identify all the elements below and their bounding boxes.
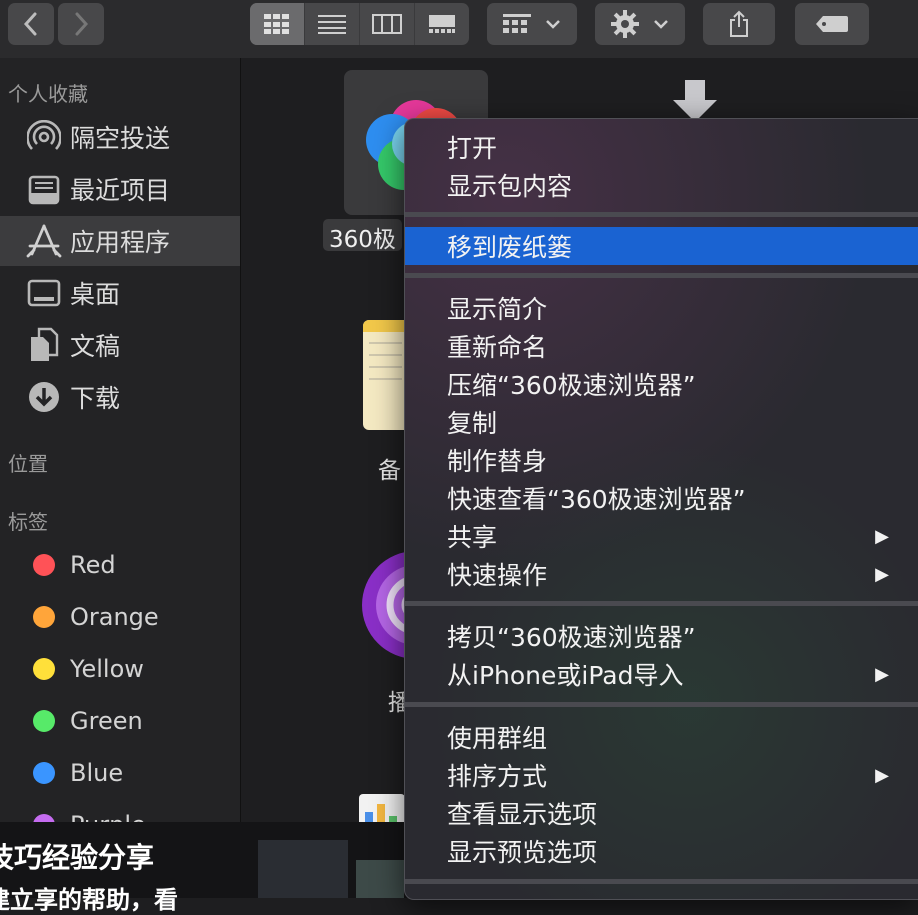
chevron-right-icon	[75, 12, 89, 36]
overlay-thumbnail	[258, 840, 348, 898]
action-button[interactable]	[595, 3, 685, 45]
tag-color-dot	[33, 554, 55, 576]
file-label-selected: 360极	[323, 219, 402, 251]
overlay-title: 技巧经验分享	[0, 841, 155, 874]
menu-item-import-from-iphone[interactable]: 从iPhone或iPad导入 ▶	[405, 655, 918, 693]
applications-icon	[24, 221, 64, 261]
sidebar-item-label: 桌面	[70, 280, 121, 309]
tag-color-dot	[33, 606, 55, 628]
desktop-icon	[24, 273, 64, 313]
menu-item-quick-look[interactable]: 快速查看“360极速浏览器”	[405, 479, 918, 517]
menu-separator	[405, 212, 918, 217]
menu-item-sort-by[interactable]: 排序方式 ▶	[405, 756, 918, 794]
sidebar-item-label: 最近项目	[70, 176, 171, 205]
view-switcher	[250, 3, 469, 45]
sidebar-item-label: 隔空投送	[70, 124, 171, 153]
context-menu: 打开 显示包内容 移到废纸篓 显示简介 重新命名 压缩“360极速浏览器” 复制…	[404, 118, 918, 900]
menu-item-open[interactable]: 打开	[405, 128, 918, 166]
sidebar-item-label: 下载	[70, 384, 121, 413]
gallery-view-button[interactable]	[415, 3, 469, 45]
recents-icon	[24, 169, 64, 209]
tag-label: Blue	[70, 759, 124, 787]
toolbar	[0, 0, 918, 58]
icon-view-button[interactable]	[250, 3, 305, 45]
sidebar-tag-green[interactable]: Green	[0, 699, 240, 743]
tag-label: Red	[70, 551, 116, 579]
menu-item-quick-actions[interactable]: 快速操作 ▶	[405, 555, 918, 593]
submenu-arrow-icon: ▶	[875, 764, 889, 786]
sidebar-item-downloads[interactable]: 下载	[0, 372, 240, 422]
submenu-arrow-icon: ▶	[875, 525, 889, 547]
file-item-notes[interactable]	[363, 320, 408, 430]
submenu-arrow-icon: ▶	[875, 563, 889, 585]
share-icon	[730, 10, 748, 37]
sidebar-item-recents[interactable]: 最近项目	[0, 164, 240, 214]
chevron-left-icon	[23, 12, 37, 36]
gear-icon	[611, 10, 639, 38]
tag-icon	[816, 16, 848, 32]
menu-item-show-preview-options[interactable]: 显示预览选项	[405, 832, 918, 870]
chevron-down-icon	[546, 20, 560, 29]
sidebar-tag-blue[interactable]: Blue	[0, 751, 240, 795]
share-button[interactable]	[703, 3, 775, 45]
menu-item-get-info[interactable]: 显示简介	[405, 289, 918, 327]
menu-item-rename[interactable]: 重新命名	[405, 327, 918, 365]
menu-item-make-alias[interactable]: 制作替身	[405, 441, 918, 479]
tag-color-dot	[33, 658, 55, 680]
tag-label: Orange	[70, 603, 159, 631]
locations-heading: 位置	[8, 452, 48, 476]
menu-separator	[405, 273, 918, 278]
notes-app-icon	[363, 320, 408, 332]
player-app-icon	[362, 551, 406, 659]
back-button[interactable]	[8, 3, 54, 45]
downloads-icon	[24, 377, 64, 417]
menu-separator	[405, 601, 918, 606]
menu-item-show-view-options[interactable]: 查看显示选项	[405, 794, 918, 832]
menu-item-compress[interactable]: 压缩“360极速浏览器”	[405, 365, 918, 403]
documents-icon	[24, 325, 64, 365]
tags-heading: 标签	[8, 510, 48, 534]
column-view-button[interactable]	[360, 3, 415, 45]
menu-item-duplicate[interactable]: 复制	[405, 403, 918, 441]
sidebar-item-label: 文稿	[70, 332, 121, 361]
menu-item-copy[interactable]: 拷贝“360极速浏览器”	[405, 617, 918, 655]
sidebar-tag-orange[interactable]: Orange	[0, 595, 240, 639]
sidebar-item-documents[interactable]: 文稿	[0, 320, 240, 370]
sidebar-item-label: 应用程序	[70, 228, 171, 257]
tag-color-dot	[33, 762, 55, 784]
overlay-thumbnail-photo	[356, 860, 404, 898]
menu-item-share[interactable]: 共享 ▶	[405, 517, 918, 555]
favorites-heading: 个人收藏	[8, 82, 88, 106]
file-item-player[interactable]	[361, 550, 406, 660]
submenu-arrow-icon: ▶	[875, 663, 889, 685]
sidebar-item-applications[interactable]: 应用程序	[0, 216, 240, 266]
sidebar: 个人收藏 隔空投送 最近项目 应用程序 桌面 文稿 下载 位置 标签 Red O…	[0, 58, 241, 898]
group-button[interactable]	[487, 3, 577, 45]
menu-item-use-groups[interactable]: 使用群组	[405, 718, 918, 756]
tag-label: Green	[70, 707, 143, 735]
column-view-icon	[372, 14, 402, 34]
tag-label: Yellow	[70, 655, 144, 683]
chevron-down-icon	[654, 20, 668, 29]
sidebar-tag-yellow[interactable]: Yellow	[0, 647, 240, 691]
menu-item-move-to-trash[interactable]: 移到废纸篓	[405, 227, 918, 265]
menu-item-show-package-contents[interactable]: 显示包内容	[405, 166, 918, 204]
tag-button[interactable]	[795, 3, 869, 45]
list-view-button[interactable]	[305, 3, 360, 45]
sidebar-item-desktop[interactable]: 桌面	[0, 268, 240, 318]
airdrop-icon	[24, 117, 64, 157]
tag-color-dot	[33, 710, 55, 732]
forward-button[interactable]	[58, 3, 104, 45]
icon-view-icon	[264, 14, 289, 34]
sidebar-item-airdrop[interactable]: 隔空投送	[0, 112, 240, 162]
gallery-view-icon	[429, 15, 455, 33]
menu-separator	[405, 702, 918, 707]
menu-separator	[405, 879, 918, 884]
file-label: 备	[378, 458, 401, 484]
sidebar-tag-red[interactable]: Red	[0, 543, 240, 587]
group-icon	[503, 14, 531, 33]
list-view-icon	[318, 15, 346, 34]
